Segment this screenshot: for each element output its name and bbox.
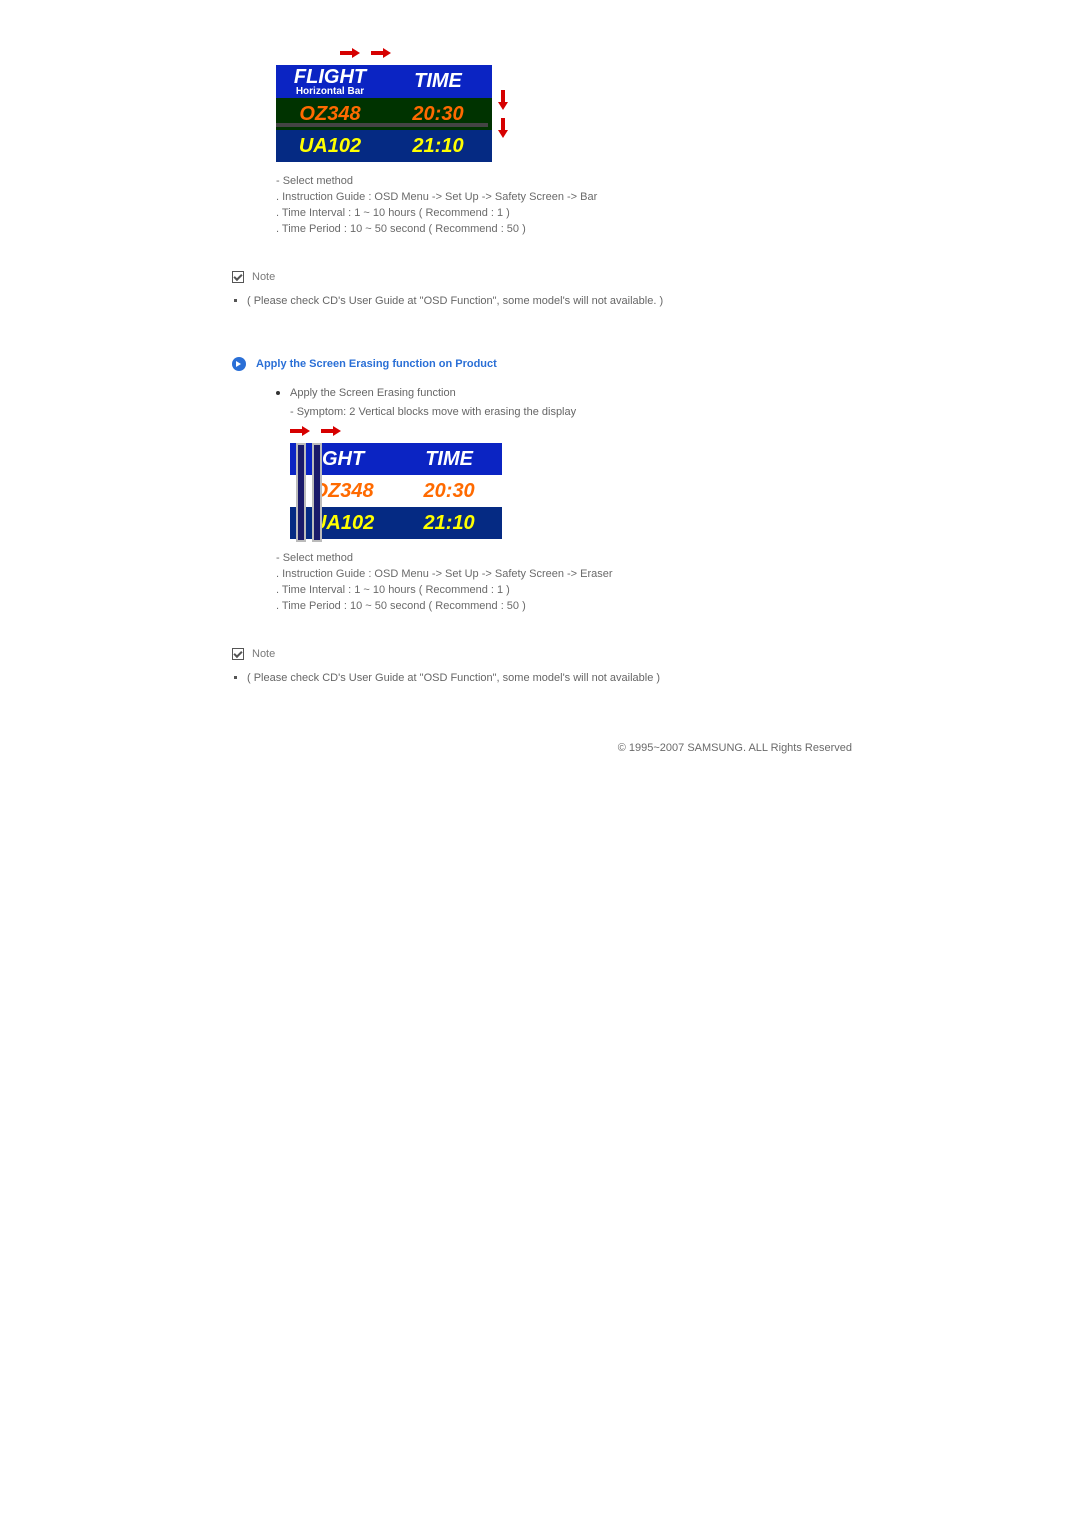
bullet-icon: [234, 299, 237, 302]
flight-board-eraser: GHT TIME OZ348 20:30 UA102 21:10: [290, 443, 502, 542]
board2-r2c2: 21:10: [396, 507, 502, 539]
arrow-right-icon: [371, 48, 393, 58]
sm2-line3: . Time Interval : 1 ~ 10 hours ( Recomme…: [276, 582, 872, 598]
board2-r1c2: 20:30: [396, 475, 502, 507]
note-1-text: ( Please check CD's User Guide at "OSD F…: [247, 293, 663, 309]
board1-header-flight: FLIGHT Horizontal Bar: [276, 65, 384, 98]
subsec-line1: Apply the Screen Erasing function: [290, 385, 456, 401]
bullet-icon: [234, 676, 237, 679]
arrows-horizontal: [340, 48, 872, 61]
board1-r2c1: UA102: [276, 130, 384, 162]
section-bullet-icon: [232, 357, 246, 371]
sm1-line3: . Time Interval : 1 ~ 10 hours ( Recomme…: [276, 205, 872, 221]
note-row-2: Note: [232, 648, 872, 660]
subsec-line2: - Symptom: 2 Vertical blocks move with e…: [290, 404, 872, 420]
arrow-right-icon: [290, 426, 312, 436]
arrows-vertical: [498, 87, 508, 143]
board2-header-time: TIME: [396, 443, 502, 475]
note-1: ( Please check CD's User Guide at "OSD F…: [234, 293, 872, 309]
sm2-line4: . Time Period : 10 ~ 50 second ( Recomme…: [276, 598, 872, 614]
select-method-1: - Select method . Instruction Guide : OS…: [276, 173, 872, 237]
board1-header-time: TIME: [384, 65, 492, 98]
sm2-line1: - Select method: [276, 550, 872, 566]
select-method-2: - Select method . Instruction Guide : OS…: [276, 550, 872, 614]
note-label-1: Note: [252, 271, 275, 283]
section-heading: Apply the Screen Erasing function on Pro…: [232, 357, 872, 371]
horizontal-bar-overlay: [276, 123, 488, 127]
arrows-horizontal-2: [290, 426, 872, 439]
check-icon: [232, 271, 244, 283]
disc-icon: [276, 391, 280, 395]
note-label-2: Note: [252, 648, 275, 660]
sm2-line2: . Instruction Guide : OSD Menu -> Set Up…: [276, 566, 872, 582]
sm1-line2: . Instruction Guide : OSD Menu -> Set Up…: [276, 189, 872, 205]
board1-h1-text: FLIGHT: [294, 66, 366, 88]
flight-board-bar: FLIGHT Horizontal Bar TIME OZ348 20:30 U…: [276, 65, 492, 165]
note-2: ( Please check CD's User Guide at "OSD F…: [234, 670, 872, 686]
arrow-right-icon: [340, 48, 362, 58]
note-2-text: ( Please check CD's User Guide at "OSD F…: [247, 670, 660, 686]
eraser-strip-1: [296, 443, 306, 542]
arrow-right-icon: [321, 426, 343, 436]
subsec-line1-row: Apply the Screen Erasing function: [276, 385, 872, 401]
eraser-strip-2: [312, 443, 322, 542]
arrow-down-icon: [498, 90, 508, 112]
copyright-footer: © 1995~2007 SAMSUNG. ALL Rights Reserved: [232, 742, 872, 754]
sm1-line1: - Select method: [276, 173, 872, 189]
sm1-line4: . Time Period : 10 ~ 50 second ( Recomme…: [276, 221, 872, 237]
arrow-down-icon: [498, 118, 508, 140]
section-title: Apply the Screen Erasing function on Pro…: [256, 358, 497, 370]
board1-r2c2: 21:10: [384, 130, 492, 162]
check-icon: [232, 648, 244, 660]
board1-h1-sub: Horizontal Bar: [277, 87, 383, 97]
note-row-1: Note: [232, 271, 872, 283]
